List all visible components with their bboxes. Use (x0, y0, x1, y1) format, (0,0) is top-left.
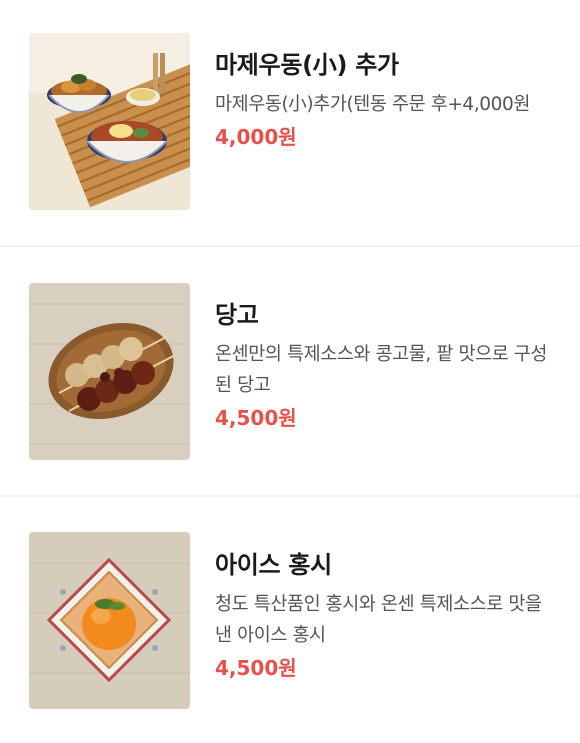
menu-item-price: 4,500원 (215, 406, 297, 430)
menu-item-name: 아이스 홍시 (215, 551, 332, 579)
menu-item-name: 마제우동(小) 추가 (215, 51, 399, 79)
dango-skewers-image (29, 283, 190, 460)
menu-item-description: 마제우동(小)추가(텐동 주문 후+4,000원 (215, 94, 531, 115)
menu-item-price: 4,000원 (215, 125, 297, 149)
menu-item-mazeudon[interactable]: 마제우동(小) 추가 마제우동(小)추가(텐동 주문 후+4,000원 4,00… (0, 0, 580, 246)
menu-item-ice-persimmon[interactable]: 아이스 홍시 청도 특산품인 홍시와 온센 특제소스로 맛을 낸 아이스 홍시 … (0, 497, 580, 743)
menu-item-description: 청도 특산품인 홍시와 온센 특제소스로 맛을 낸 아이스 홍시 (215, 594, 542, 646)
menu-item-dango[interactable]: 당고 온센만의 특제소스와 콩고물, 팥 맛으로 구성 된 당고 4,500원 (0, 247, 580, 493)
menu-item-name: 당고 (215, 301, 259, 329)
ice-persimmon-image (29, 532, 190, 709)
menu-item-price: 4,500원 (215, 656, 297, 680)
udon-tendon-set-image (29, 33, 190, 210)
menu-item-description: 온센만의 특제소스와 콩고물, 팥 맛으로 구성 된 당고 (215, 344, 548, 396)
menu-list: 마제우동(小) 추가 마제우동(小)추가(텐동 주문 후+4,000원 4,00… (0, 0, 580, 739)
